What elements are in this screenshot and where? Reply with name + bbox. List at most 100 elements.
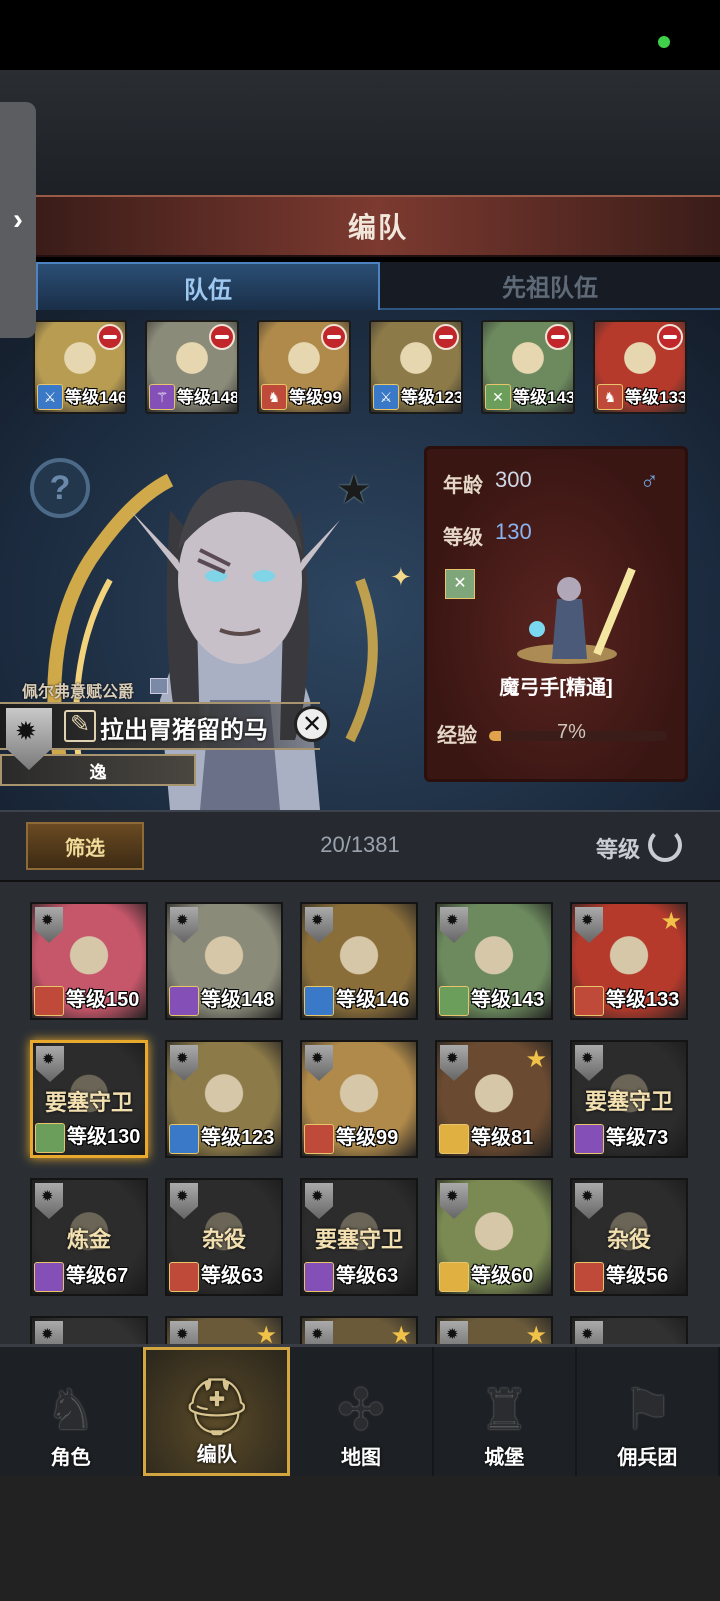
level-label: 等级63 xyxy=(201,1265,264,1287)
close-icon[interactable]: ✕ xyxy=(294,706,330,742)
tab-team[interactable]: 队伍 xyxy=(36,262,380,310)
level-label: 等级 xyxy=(443,527,483,549)
level-label: 等级148 xyxy=(177,388,239,407)
team-slot[interactable]: ⚔ 等级123 xyxy=(369,320,463,414)
favorite-star-icon: ★ xyxy=(660,908,682,935)
roster-card[interactable]: 等级99 xyxy=(300,1040,418,1158)
roster-card[interactable]: 等级146 xyxy=(300,902,418,1020)
remove-icon[interactable] xyxy=(97,324,123,350)
favorite-star-icon: ★ xyxy=(255,1322,277,1344)
page-title: 编队 xyxy=(347,212,408,243)
level-label: 等级133 xyxy=(606,989,680,1011)
team-slot[interactable]: ♞ 等级99 xyxy=(257,320,351,414)
level-label: 等级130 xyxy=(67,1126,141,1148)
level-label: 等级146 xyxy=(336,989,410,1011)
class-icon xyxy=(304,1124,334,1154)
crossbow-icon: ✕ xyxy=(485,384,511,410)
nav-label: 佣兵团 xyxy=(617,1447,678,1469)
level-label: 等级67 xyxy=(66,1265,129,1287)
level-label: 等级56 xyxy=(606,1265,669,1287)
remove-icon[interactable] xyxy=(433,324,459,350)
class-icon xyxy=(34,986,64,1016)
roster-card[interactable]: 炼金等级67 xyxy=(30,1178,148,1296)
level-label: 等级148 xyxy=(201,989,275,1011)
team-slot[interactable]: ✕ 等级143 xyxy=(481,320,575,414)
roster-card[interactable]: ★ xyxy=(165,1316,283,1344)
edit-name-icon[interactable]: ✎ xyxy=(64,710,96,742)
job-label: 要塞守卫 xyxy=(314,1227,403,1252)
remove-icon[interactable] xyxy=(209,324,235,350)
roster-card[interactable]: 等级60 xyxy=(435,1178,553,1296)
nav-item[interactable]: ♞ 角色 xyxy=(0,1347,144,1476)
roster-card[interactable] xyxy=(570,1316,688,1344)
job-label: 要塞守卫 xyxy=(584,1089,673,1114)
roster-card[interactable]: ★ 等级81 xyxy=(435,1040,553,1158)
crossbow-icon: ✕ xyxy=(445,569,475,599)
bottom-navigation: ♞ 角色 ⛑ 编队 ✣ 地图 ♜ 城堡 ⚑ 佣兵团 xyxy=(0,1344,720,1476)
remove-icon[interactable] xyxy=(657,324,683,350)
level-label: 等级63 xyxy=(336,1265,399,1287)
hero-title: 佩尔弗意赋公爵 xyxy=(22,684,135,701)
roster-card[interactable]: 要塞守卫等级130 xyxy=(30,1040,148,1158)
star-plus-icon[interactable]: ★ xyxy=(336,470,376,510)
level-label: 等级146 xyxy=(65,388,127,407)
age-value: 300 xyxy=(495,467,532,492)
team-slot[interactable]: ⚚ 等级148 xyxy=(145,320,239,414)
chevron-right-icon: › xyxy=(13,203,23,236)
roster-card[interactable]: ★ xyxy=(300,1316,418,1344)
job-label: 要塞守卫 xyxy=(44,1090,133,1115)
sparkle-icon: ✦ xyxy=(390,562,412,592)
level-label: 等级133 xyxy=(625,388,687,407)
roster-card[interactable]: 杂役等级56 xyxy=(570,1178,688,1296)
sword-icon: ⚔ xyxy=(373,384,399,410)
roster-card[interactable]: ★ 等级133 xyxy=(570,902,688,1020)
roster-card[interactable]: 等级148 xyxy=(165,902,283,1020)
class-icon xyxy=(169,986,199,1016)
hero-name: 拉出胃猪留的马 xyxy=(100,717,268,744)
nav-item[interactable]: ⚑ 佣兵团 xyxy=(577,1347,720,1476)
crest-shield-icon xyxy=(575,1321,603,1344)
filter-bar: 筛选 20/1381 等级 xyxy=(0,810,720,882)
class-icon xyxy=(574,986,604,1016)
roster-card[interactable]: 等级123 xyxy=(165,1040,283,1158)
nav-item[interactable]: ✣ 地图 xyxy=(290,1347,434,1476)
roster-card[interactable]: 等级150 xyxy=(30,902,148,1020)
helmet-icon: ⛑ xyxy=(181,1375,253,1438)
exp-value: 7% xyxy=(557,721,586,743)
knight-icon: ♞ xyxy=(45,1378,96,1441)
status-bar xyxy=(0,0,720,70)
crest-shield-icon xyxy=(170,1321,198,1344)
level-label: 等级81 xyxy=(471,1127,534,1149)
nav-label: 地图 xyxy=(341,1447,381,1469)
job-label: 杂役 xyxy=(606,1227,651,1252)
class-icon xyxy=(35,1123,65,1153)
team-slot[interactable]: ♞ 等级133 xyxy=(593,320,687,414)
level-label: 等级60 xyxy=(471,1265,534,1287)
roster-card[interactable]: ★ xyxy=(435,1316,553,1344)
favorite-star-icon: ★ xyxy=(525,1046,547,1073)
remove-icon[interactable] xyxy=(545,324,571,350)
team-slot[interactable]: ⚔ 等级146 xyxy=(33,320,127,414)
class-icon xyxy=(439,1262,469,1292)
refresh-sort-icon[interactable] xyxy=(648,828,682,862)
nav-item[interactable]: ♜ 城堡 xyxy=(434,1347,577,1476)
class-icon xyxy=(304,1262,334,1292)
roster-card[interactable]: 要塞守卫等级73 xyxy=(570,1040,688,1158)
tab-ancestor-team[interactable]: 先祖队伍 xyxy=(380,262,720,310)
favorite-star-icon: ★ xyxy=(525,1322,547,1344)
job-label: 杂役 xyxy=(201,1227,246,1252)
class-icon xyxy=(439,1124,469,1154)
level-label: 等级143 xyxy=(513,388,575,407)
nav-item[interactable]: ⛑ 编队 xyxy=(143,1347,291,1476)
sort-label[interactable]: 等级 xyxy=(596,832,640,864)
side-panel-handle[interactable]: › xyxy=(0,102,36,338)
system-nav-area xyxy=(0,1476,720,1601)
roster-card[interactable]: 杂役等级63 xyxy=(165,1178,283,1296)
remove-icon[interactable] xyxy=(321,324,347,350)
game-header-area xyxy=(0,70,720,195)
level-label: 等级150 xyxy=(66,989,140,1011)
roster-card[interactable]: 要塞守卫等级63 xyxy=(300,1178,418,1296)
roster-card[interactable]: 等级143 xyxy=(435,902,553,1020)
level-label: 等级99 xyxy=(336,1127,399,1149)
roster-card[interactable] xyxy=(30,1316,148,1344)
